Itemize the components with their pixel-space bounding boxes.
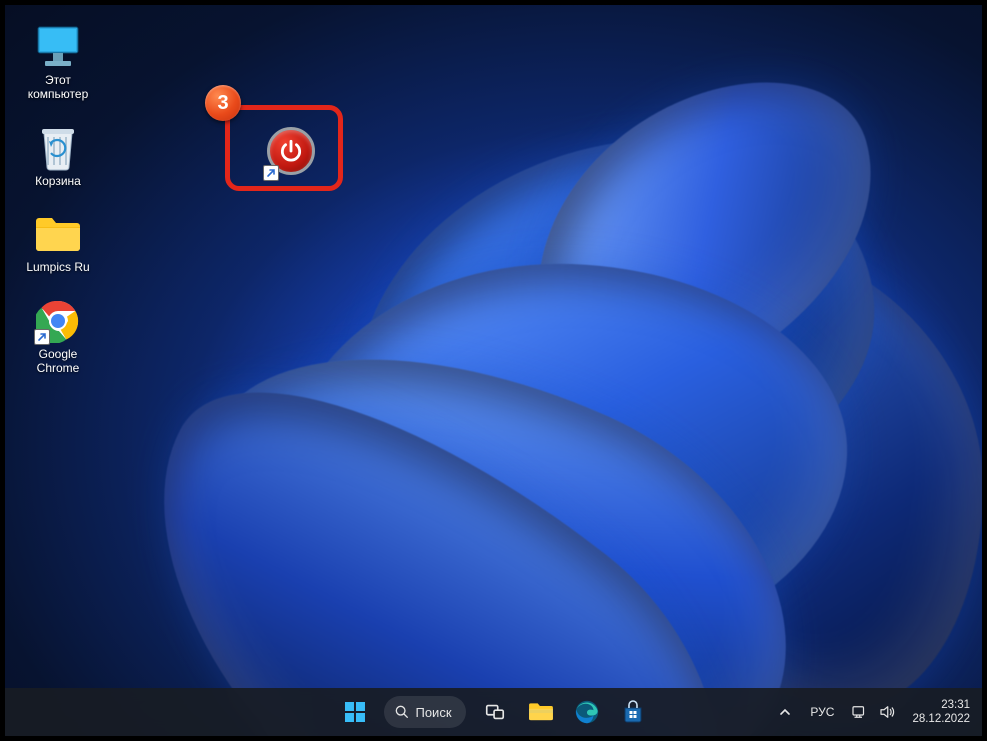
windows-logo-icon: [342, 700, 366, 724]
desktop-icon-recycle-bin[interactable]: Корзина: [19, 124, 97, 188]
task-view-icon: [484, 701, 506, 723]
taskbar-pinned-edge[interactable]: [566, 692, 608, 732]
chevron-up-icon: [779, 706, 791, 718]
taskbar-pinned-store[interactable]: [612, 692, 654, 732]
chrome-icon: [34, 297, 82, 345]
store-icon: [621, 700, 645, 724]
desktop-icon-folder-lumpics[interactable]: Lumpics Ru: [19, 210, 97, 274]
network-icon: [850, 703, 868, 721]
taskbar: Поиск: [5, 688, 982, 736]
annotation-highlight-box: [225, 105, 343, 191]
recycle-bin-icon: [34, 124, 82, 172]
wallpaper: [5, 5, 982, 736]
search-icon: [393, 704, 409, 720]
desktop-icon-this-pc[interactable]: Этот компьютер: [19, 23, 97, 102]
clock-time: 23:31: [912, 698, 970, 712]
language-indicator[interactable]: РУС: [806, 701, 838, 723]
monitor-icon: [34, 23, 82, 71]
desktop-icon-label: Google Chrome: [37, 347, 80, 376]
taskbar-task-view[interactable]: [474, 692, 516, 732]
file-explorer-icon: [528, 700, 554, 724]
taskbar-clock[interactable]: 23:31 28.12.2022: [908, 696, 974, 729]
system-tray-quick-settings[interactable]: [846, 703, 900, 721]
clock-date: 28.12.2022: [912, 712, 970, 726]
taskbar-search-label: Поиск: [415, 705, 451, 720]
start-button[interactable]: [333, 692, 375, 732]
desktop-icon-label: Корзина: [35, 174, 81, 188]
taskbar-pinned-explorer[interactable]: [520, 692, 562, 732]
desktop-icon-chrome[interactable]: Google Chrome: [19, 297, 97, 376]
desktop-icon-label: Этот компьютер: [28, 73, 89, 102]
desktop-icon-label: Lumpics Ru: [26, 260, 89, 274]
volume-icon: [878, 703, 896, 721]
folder-icon: [34, 210, 82, 258]
shortcut-overlay-icon: [34, 329, 50, 345]
taskbar-search[interactable]: Поиск: [383, 696, 465, 728]
edge-icon: [574, 699, 600, 725]
annotation-step-badge: 3: [205, 85, 241, 121]
tray-overflow-button[interactable]: [772, 692, 798, 732]
